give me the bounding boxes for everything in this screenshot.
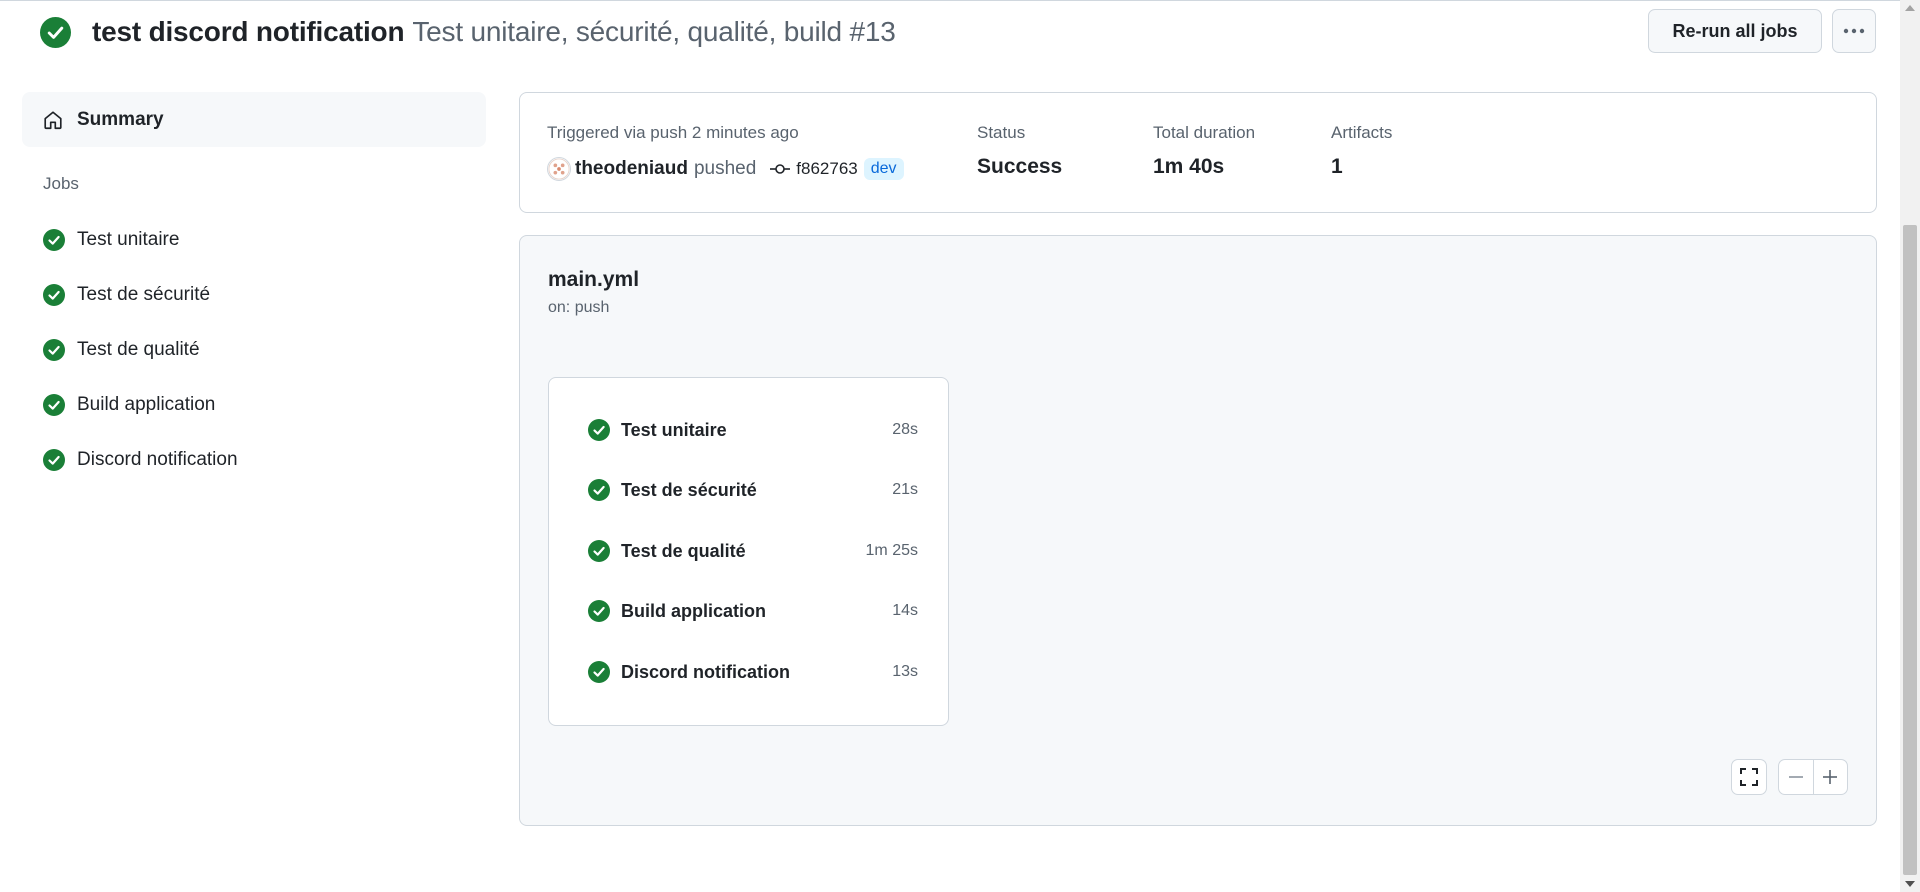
graph-job-test-de-securite[interactable]: Test de sécurité 21s [588,476,918,504]
scroll-down-icon[interactable] [1900,876,1920,892]
status-value: Success [977,155,1063,178]
artifacts-count-link[interactable]: 1 [1331,155,1343,179]
avatar[interactable] [547,157,571,181]
rerun-all-jobs-button[interactable]: Re-run all jobs [1648,9,1822,53]
zoom-controls [1778,759,1848,795]
author-link[interactable]: theodeniaud [575,158,688,180]
run-header: test discord notification Test unitaire,… [40,14,896,50]
fullscreen-button[interactable] [1731,759,1767,795]
git-commit-icon [770,164,791,174]
trigger-details: theodeniaud pushed f862763 dev [547,157,904,181]
workflow-file-name[interactable]: main.yml [548,268,639,292]
graph-job-duration: 13s [892,663,918,680]
success-check-icon [40,16,71,48]
success-check-icon [588,540,610,562]
graph-job-test-de-qualite[interactable]: Test de qualité 1m 25s [588,537,918,565]
home-icon [44,110,62,129]
success-check-icon [588,600,610,622]
duration-value: 1m 40s [1153,155,1225,178]
graph-job-label: Test de sécurité [621,479,757,500]
commit-message: Test unitaire, sécurité, qualité, build … [412,16,896,47]
duration-label: Total duration [1153,123,1256,142]
success-check-icon [43,229,65,251]
minus-icon [1788,776,1803,778]
graph-job-duration: 1m 25s [865,542,918,559]
workflow-trigger: on: push [548,299,610,316]
top-divider [0,0,1920,1]
sidebar-item-label: Summary [77,108,164,130]
plus-icon [1823,770,1838,784]
branch-badge[interactable]: dev [863,158,904,180]
graph-job-label: Test unitaire [621,419,727,440]
success-check-icon [588,479,610,501]
success-check-icon [588,419,610,441]
graph-job-label: Test de qualité [621,540,746,561]
sidebar-job-label: Test de qualité [77,339,200,360]
commit-sha-link[interactable]: f862763 [796,159,857,179]
sidebar-job-discord-notification[interactable]: Discord notification [43,445,238,475]
sidebar-job-label: Test unitaire [77,229,180,250]
push-action-text: pushed [693,158,757,179]
graph-job-label: Discord notification [621,661,791,682]
status-label: Status [977,123,1026,142]
sidebar-job-test-de-qualite[interactable]: Test de qualité [43,335,200,365]
sidebar-job-label: Build application [77,394,216,415]
sidebar-job-label: Discord notification [77,449,238,470]
graph-job-duration: 21s [892,481,918,498]
sidebar-job-test-de-securite[interactable]: Test de sécurité [43,280,210,310]
graph-job-duration: 14s [892,602,918,619]
success-check-icon [43,284,65,306]
sidebar-job-test-unitaire[interactable]: Test unitaire [43,225,179,255]
sidebar-item-summary[interactable]: Summary [22,92,486,147]
trigger-text: Triggered via push 2 minutes ago [547,123,799,142]
graph-job-label: Build application [621,600,767,621]
scroll-up-icon[interactable] [1900,0,1920,16]
artifacts-label: Artifacts [1331,123,1393,142]
graph-job-test-unitaire[interactable]: Test unitaire 28s [588,416,918,444]
graph-job-discord-notification[interactable]: Discord notification 13s [588,658,918,686]
zoom-in-button[interactable] [1812,760,1848,794]
fullscreen-icon [1740,768,1758,786]
more-options-button[interactable] [1832,9,1876,53]
jobs-group: Test unitaire 28s Test de sécurité 21s T… [548,377,949,726]
success-check-icon [43,394,65,416]
scrollbar-thumb[interactable] [1903,225,1917,875]
success-check-icon [43,339,65,361]
workflow-run-title: test discord notification [92,16,405,47]
sidebar-job-build-application[interactable]: Build application [43,390,215,420]
graph-job-build-application[interactable]: Build application 14s [588,597,918,625]
jobs-heading: Jobs [43,174,79,193]
zoom-out-button[interactable] [1779,760,1813,794]
success-check-icon [588,661,610,683]
success-check-icon [43,449,65,471]
sidebar-job-label: Test de sécurité [77,284,211,305]
workflow-graph-card: main.yml on: push Test unitaire 28s Test… [519,235,1877,826]
kebab-horizontal-icon [1843,28,1865,34]
graph-job-duration: 28s [892,421,918,438]
run-summary-card: Triggered via push 2 minutes ago theoden… [519,92,1877,213]
